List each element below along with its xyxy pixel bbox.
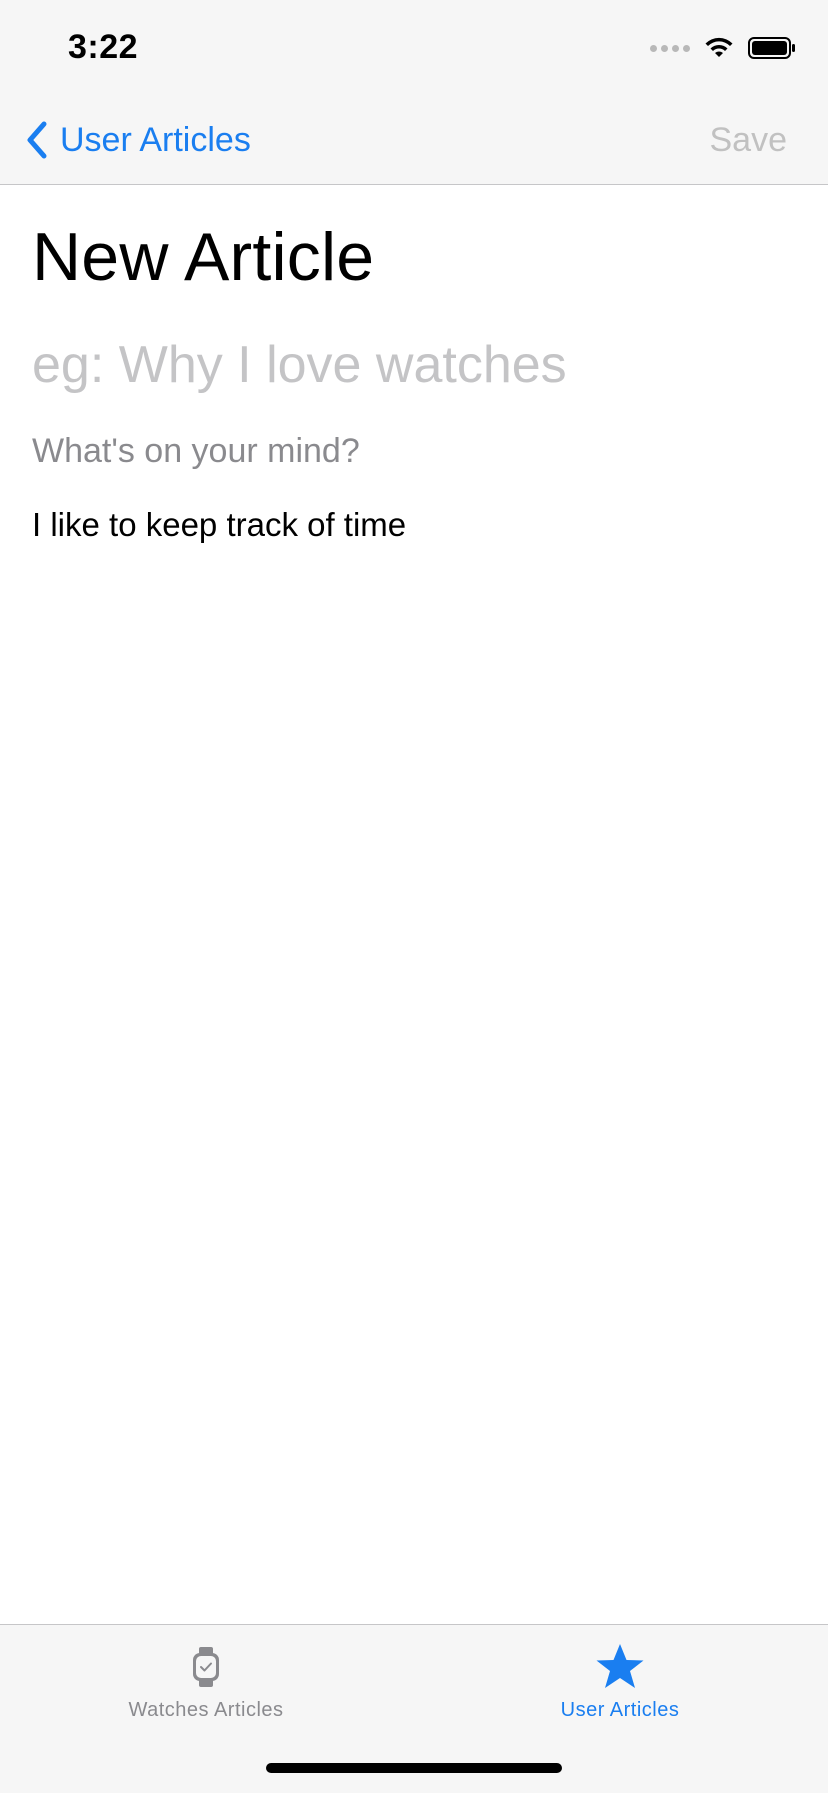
status-bar: 3:22: [0, 0, 828, 96]
status-time: 3:22: [68, 28, 139, 66]
save-button[interactable]: Save: [710, 96, 788, 184]
home-indicator: [266, 1763, 562, 1773]
back-button[interactable]: User Articles: [24, 96, 251, 184]
battery-icon: [748, 37, 795, 59]
tab-user-articles[interactable]: User Articles: [470, 1643, 770, 1722]
wifi-icon: [705, 37, 733, 57]
cellular-signal-icon: [650, 44, 690, 52]
tab-bar: Watches Articles User Articles: [0, 1624, 828, 1793]
star-icon: [595, 1643, 645, 1691]
article-body-prompt: What's on your mind?: [32, 432, 360, 470]
status-indicators: [650, 36, 796, 60]
tab-watches-articles[interactable]: Watches Articles: [56, 1643, 356, 1722]
watch-icon: [191, 1643, 221, 1691]
article-title-input[interactable]: [32, 330, 792, 400]
chevron-left-icon: [27, 121, 47, 159]
navigation-bar: User Articles Save: [0, 96, 828, 185]
tab-label: User Articles: [560, 1699, 680, 1721]
page-title: New Article: [32, 219, 375, 295]
back-button-label: User Articles: [60, 120, 251, 159]
article-body-text[interactable]: I like to keep track of time: [32, 506, 792, 544]
tab-label: Watches Articles: [128, 1699, 284, 1721]
